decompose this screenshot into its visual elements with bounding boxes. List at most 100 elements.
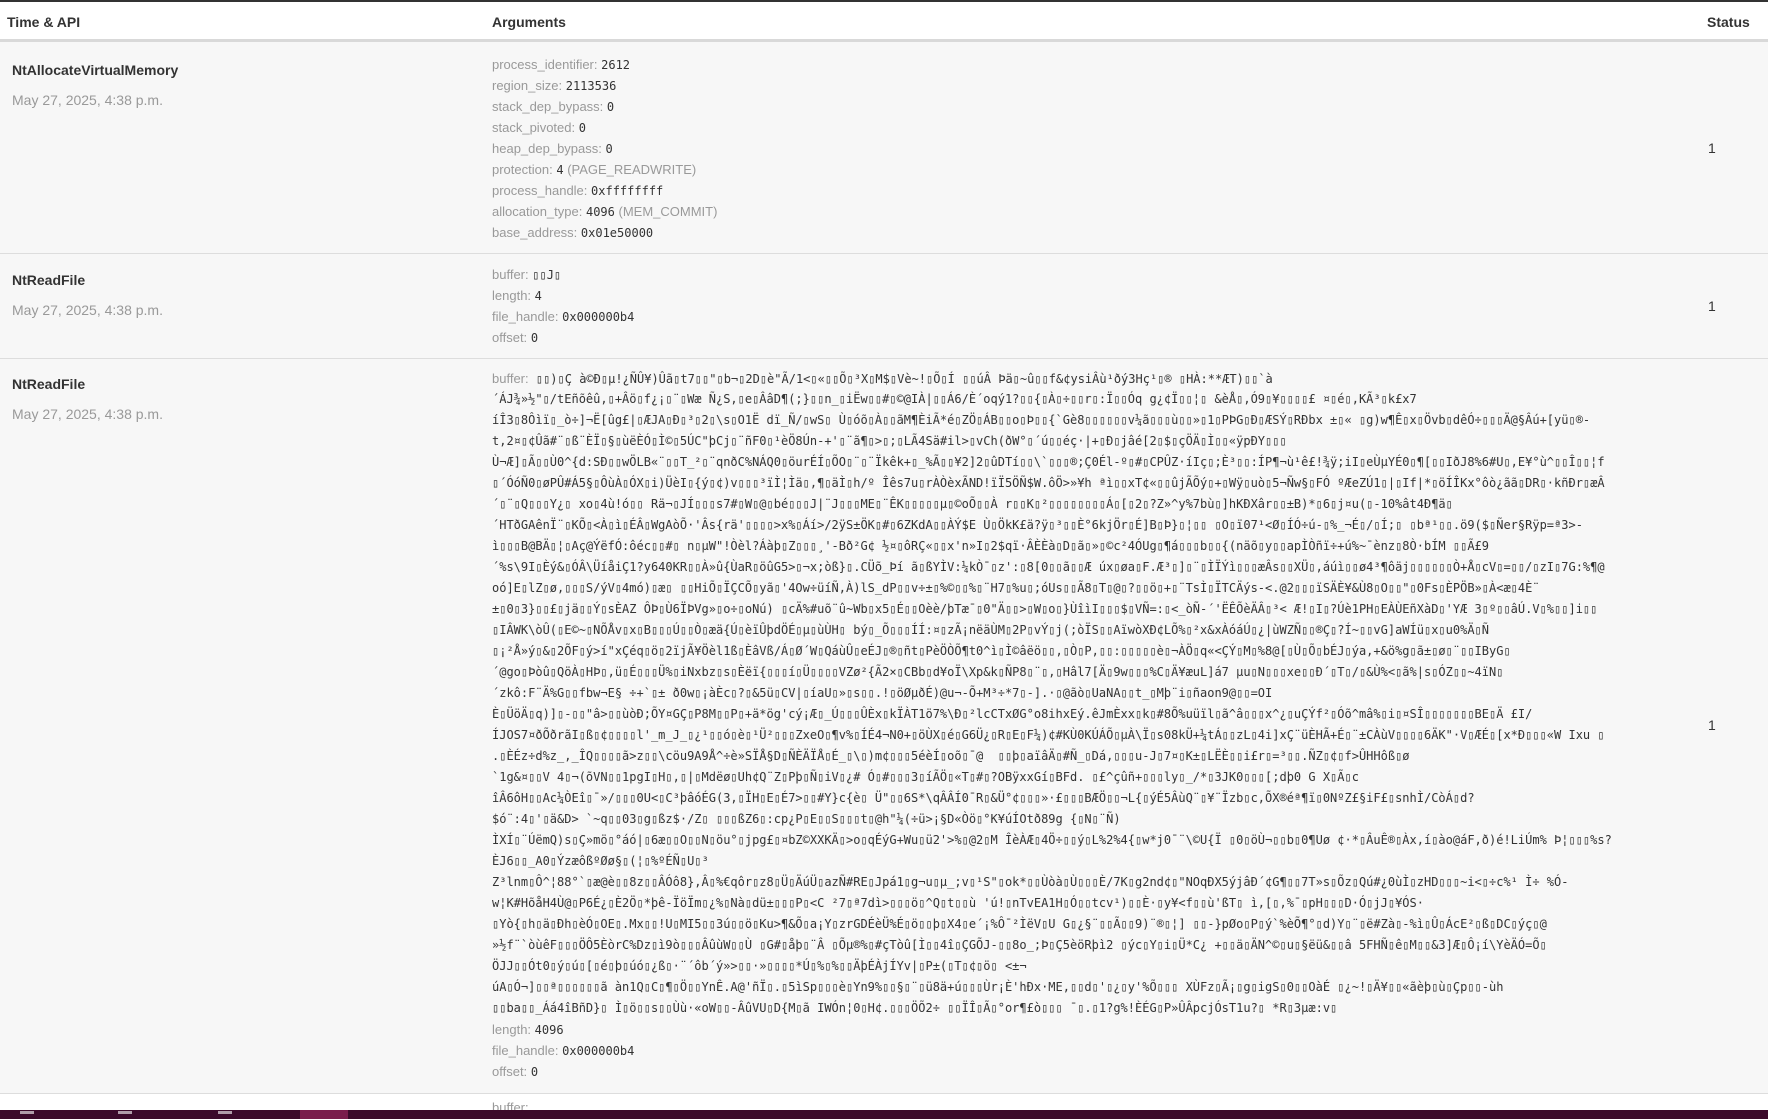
argument-key: file_handle:: [492, 1043, 559, 1058]
argument-item: base_address: 0x01e50000: [492, 222, 717, 243]
argument-item: stack_pivoted: 0: [492, 117, 717, 138]
buffer-line: Z³lnm▯Ô^¦88°`▯æ@è▯▯8z▯▯ÂÓô8},Â▯%€qôr▯z8▯…: [492, 875, 1569, 889]
argument-item: offset: 0: [492, 1061, 1682, 1082]
buffer-line: ÈJ6▯▯_A0▯ÝzæôßºØø§▯(¦▯%ºÉÑ▯U▯³: [492, 854, 709, 868]
buffer-line: oó]E▯lZ▯ø,▯▯▯S/ýV▯4mó)▯æ▯ ▯▯HiÕ▯ÏÇCÕ▯yã▯…: [492, 581, 1540, 595]
argument-item: protection: 4 (PAGE_READWRITE): [492, 159, 717, 180]
buffer-line: ÍJOS7¤ðÕðrãI▯ß▯¢▯▯▯▯l'_m_J_▯¿¹▯▯ó▯è▯¹Ü²▯…: [492, 728, 1605, 742]
buffer-line: ÌXÍ▯¨ÚëmQ)s▯Ç»mö▯°áó|▯6æ▯▯O▯▯N▯öu°▯jpg£▯…: [492, 833, 1612, 847]
header-time-api: Time & API: [7, 14, 81, 30]
call-timestamp: May 27, 2025, 4:38 p.m.: [12, 406, 163, 422]
arguments-list: buffer: ▯▯J▯ length: 4 file_handle: 0x00…: [492, 264, 634, 348]
argument-value: 0: [606, 100, 615, 114]
buffer-line: îÂ6ôH▯▯Ac¼ÒEî▯¯»/▯▯▯0U<▯C³þâóÉG(3,▯ÏH▯E▯…: [492, 791, 1475, 805]
buffer-line: ▯´ÓóÑ0▯øPÛ#Á5§▯ÔùÀ▯ÓX▯i)ÜèI▯{ý▯¢)v▯▯▯³ïÌ…: [492, 476, 1605, 490]
taskbar-active-app[interactable]: [300, 1110, 348, 1119]
argument-item: stack_dep_bypass: 0: [492, 96, 717, 117]
argument-key: process_identifier:: [492, 57, 598, 72]
argument-key: offset:: [492, 330, 528, 345]
api-call-row[interactable]: NtReadFile May 27, 2025, 4:38 p.m. buffe…: [0, 359, 1768, 1094]
status-value: 1: [1708, 298, 1716, 314]
argument-item: length: 4: [492, 285, 634, 306]
status-value: 1: [1708, 717, 1716, 733]
argument-value: 0xffffffff: [591, 184, 664, 198]
argument-key: region_size:: [492, 78, 563, 93]
argument-key: process_handle:: [492, 183, 588, 198]
header-arguments: Arguments: [492, 14, 566, 30]
buffer-line: ▯▯ba▯▯_Áá4îBñD}▯ Ì▯ö▯▯s▯▯Ùù·«oW▯▯-ÂûVU▯D…: [492, 1001, 1338, 1015]
buffer-line: ▯¡²Å»ý▯&▯2ÕF▯ý>í"xÇéq▯ö▯2ïjÃ¥Öèl1ß▯ÈâVß/…: [492, 644, 1511, 658]
argument-key: file_handle:: [492, 309, 559, 324]
buffer-line: ´%s\9I▯Èý&▯ÓÂ\ÜíåiÇ1?y640KR▯▯À»û{ÙaR▯öûG…: [492, 560, 1605, 574]
argument-item: process_identifier: 2612: [492, 54, 717, 75]
argument-value: 0x01e50000: [580, 226, 654, 240]
argument-value: 0: [578, 121, 586, 135]
arguments-list: process_identifier: 2612 region_size: 21…: [492, 54, 717, 243]
argument-value: 0: [530, 331, 539, 345]
argument-description: (MEM_COMMIT): [618, 204, 718, 219]
buffer-line: .▯ÈÉz÷d%z_,_ÎQ▯▯▯▯ã>z▯▯\cöu9A9Å^÷è»SÏÅ§D…: [492, 749, 1410, 763]
argument-value: 2612: [601, 58, 631, 72]
buffer-line: t,2¤▯¢Ûã#¨▯ß¨ÈÏ▯§▯ùëÈÓ▯Ì©▯5ÚC"þCj▯¨ñF0▯¹…: [492, 434, 1287, 448]
argument-value: 4096: [534, 1023, 564, 1037]
table-header: Time & API Arguments Status: [0, 2, 1768, 42]
argument-item: process_handle: 0xffffffff: [492, 180, 717, 201]
argument-value: 0: [605, 142, 613, 156]
argument-description: (PAGE_READWRITE): [567, 162, 697, 177]
buffer-line: úA▯Ó¬]▯▯ª▯▯▯▯▯▯ã àn1Q▯C▯¶▯Ö▯▯YnÊ.A@'ñÏ▯.…: [492, 980, 1504, 994]
argument-key: stack_dep_bypass:: [492, 99, 604, 114]
argument-item: file_handle: 0x000000b4: [492, 306, 634, 327]
argument-value: 2113536: [565, 79, 617, 93]
buffer-line: È▯ÜöÄ▯q)]▯-▯▯"â>▯▯ùòÐ;ÕY¤GÇ▯P8M▯▯P▯+ä*ög…: [492, 707, 1533, 721]
taskbar-app-icon[interactable]: [218, 1111, 232, 1114]
argument-item: allocation_type: 4096 (MEM_COMMIT): [492, 201, 717, 222]
buffer-line: »½f¨`òùêF▯▯▯ÖÔ5ÈòrC%Dz▯ì9ò▯▯▯ÂûùW▯▯Ù ▯G#…: [492, 938, 1547, 952]
argument-value: 4096: [585, 205, 615, 219]
buffer-text: ▯▯)▯Ç à©Ð▯µ!¿ÑÛ¥)Ûã▯t7▯▯"▯b¬▯2D▯è"Ã/1<▯«…: [535, 372, 1273, 386]
call-timestamp: May 27, 2025, 4:38 p.m.: [12, 302, 163, 318]
buffer-line: ÖJJ▯▯Ót0▯ý▯ú▯[▯é▯þ▯úó▯¿ß▯·¨´ôb´ý»>▯▯·»▯▯…: [492, 959, 1027, 973]
buffer-line: ±▯0▯3}▯▯£▯jä▯▯Ý▯sÈAZ ÔÞ▯Ù6ÏÞVg»▯o÷▯oNú) …: [492, 602, 1598, 616]
argument-key: length:: [492, 288, 532, 303]
argument-value: 4: [534, 289, 542, 303]
buffer-line: ´@go▯Þòû▯QöÀ▯HÞ▯,ü▯É▯▯▯Ü%▯iNxbz▯s▯Èëï{▯▯…: [492, 665, 1504, 679]
status-value: 1: [1708, 140, 1716, 156]
taskbar-app-icon[interactable]: [20, 1111, 34, 1114]
buffer-line: íÎ3▯8Ôìï▯_ò÷]¬Ë[ûg£|▯ÆJA▯Ð▯³▯2▯\s▯O1Ë dï…: [492, 413, 1591, 427]
argument-item: offset: 0: [492, 327, 634, 348]
buffer-line: `1g&¤▯▯V 4▯¬(õVN▯▯1pgI▯H▯,▯|▯Mdëø▯Uh¢Q¨Z…: [492, 770, 1359, 784]
argument-key: length:: [492, 1022, 532, 1037]
argument-key: stack_pivoted:: [492, 120, 576, 135]
argument-item: heap_dep_bypass: 0: [492, 138, 717, 159]
api-call-row[interactable]: NtAllocateVirtualMemory May 27, 2025, 4:…: [0, 42, 1768, 254]
buffer-line: Ù¬Æ]▯Ã▯▯Ù0^{d:SÐ▯▯wÖLB«¨▯▯T_²▯¨qnðC%NÁQ0…: [492, 455, 1605, 469]
buffer-line: ▯Yò{▯h▯ä▯Ðh▯èÓ▯OE▯.Mx▯▯!U▯MI5▯▯3ú▯▯ö▯Ku>…: [492, 917, 1547, 931]
buffer-line: ▯IÂWK\òÛ(▯E©~▯NÕÅv▯x▯B▯▯▯Ú▯▯Ò▯æä{Ú▯èïÛþd…: [492, 623, 1489, 637]
buffer-line: ì▯▯▯B@BÄ▯¦▯Aç@ÝëfÓ:ôéc▯▯#▯ n▯µW"!Òèl?Áàþ…: [492, 539, 1489, 553]
buffer-line: $ó¨:4▯'▯ä&D> `~q▯▯03▯g▯ßz$·/Z▯ ▯▯▯ßZ6▯:c…: [492, 812, 1121, 826]
argument-value: ▯▯J▯: [532, 268, 562, 282]
argument-value: 4: [556, 163, 564, 177]
argument-key: offset:: [492, 1064, 528, 1079]
argument-item: length: 4096: [492, 1019, 1682, 1040]
api-name: NtAllocateVirtualMemory: [12, 62, 179, 78]
argument-key: buffer:: [492, 267, 529, 282]
argument-key: base_address:: [492, 225, 578, 240]
argument-key: heap_dep_bypass:: [492, 141, 602, 156]
argument-item: region_size: 2113536: [492, 75, 717, 96]
argument-item: file_handle: 0x000000b4: [492, 1040, 1682, 1061]
argument-value: 0x000000b4: [562, 310, 635, 324]
buffer-line: ´▯¨▯Q▯▯▯Y¿▯ xo▯4ù!ó▯▯ Rä¬▯JÍ▯▯▯s7#▯W▯@▯b…: [492, 497, 1453, 511]
argument-value: 0: [530, 1065, 539, 1079]
argument-key: protection:: [492, 162, 553, 177]
api-name: NtReadFile: [12, 376, 86, 392]
argument-key: allocation_type:: [492, 204, 583, 219]
arguments-list: buffer: ▯▯)▯Ç à©Ð▯µ!¿ÑÛ¥)Ûã▯t7▯▯"▯b¬▯2D▯…: [492, 368, 1682, 1082]
argument-value: 0x000000b4: [562, 1044, 635, 1058]
taskbar-app-icon[interactable]: [118, 1111, 132, 1114]
argument-key: buffer:: [492, 371, 529, 386]
call-timestamp: May 27, 2025, 4:38 p.m.: [12, 92, 163, 108]
buffer-line: ´zkô:F¨Ä%G▯▯fbw¬E§ ÷+`▯± ð0w▯¡àÈc▯?▯&5ü▯…: [492, 686, 1273, 700]
api-call-row[interactable]: NtReadFile May 27, 2025, 4:38 p.m. buffe…: [0, 254, 1768, 359]
taskbar: [0, 1110, 1768, 1119]
